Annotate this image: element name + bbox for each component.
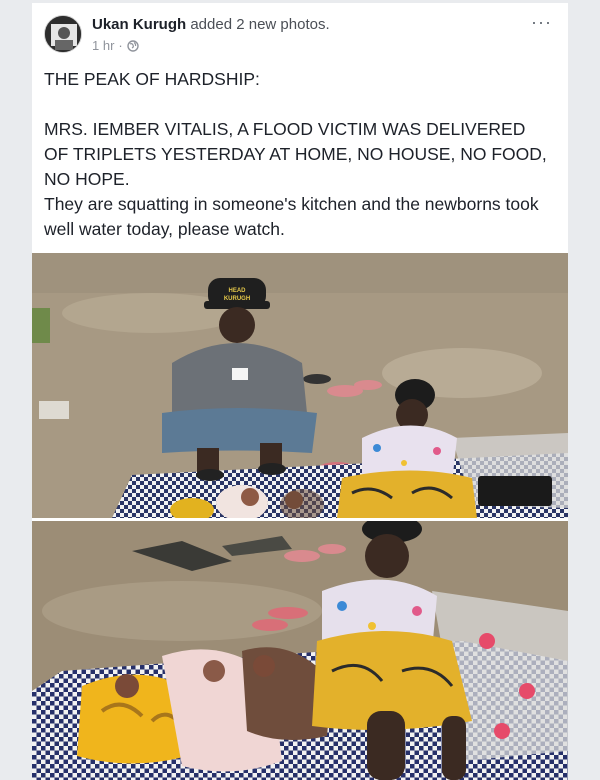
post-text-paragraph-2: They are squatting in someone's kitchen … — [44, 194, 539, 239]
post-text-heading: THE PEAK OF HARDSHIP: — [44, 69, 260, 89]
author-avatar[interactable] — [44, 15, 82, 53]
post-text: THE PEAK OF HARDSHIP: MRS. IEMBER VITALI… — [44, 67, 549, 242]
post-meta: 1 hr · — [92, 38, 139, 53]
post-text-paragraph-1: MRS. IEMBER VITALIS, A FLOOD VICTIM WAS … — [44, 119, 547, 189]
globe-icon — [127, 39, 139, 52]
post-photo-2[interactable] — [32, 521, 568, 780]
cap-text-kurugh: KURUGH — [224, 296, 250, 302]
author-name[interactable]: Ukan Kurugh — [92, 16, 186, 33]
cap-text-head: HEAD — [228, 288, 246, 294]
meta-separator: · — [118, 38, 123, 53]
post-header: Ukan Kurugh added 2 new photos. 1 hr · ·… — [32, 3, 568, 63]
more-options-icon[interactable]: ··· — [531, 13, 552, 31]
post-card: Ukan Kurugh added 2 new photos. 1 hr · ·… — [32, 3, 568, 780]
post-title-line: Ukan Kurugh added 2 new photos. — [92, 16, 330, 33]
post-action: added 2 new photos. — [190, 16, 330, 33]
post-photo-1[interactable]: HEAD KURUGH — [32, 253, 568, 518]
post-timestamp[interactable]: 1 hr — [92, 38, 114, 53]
